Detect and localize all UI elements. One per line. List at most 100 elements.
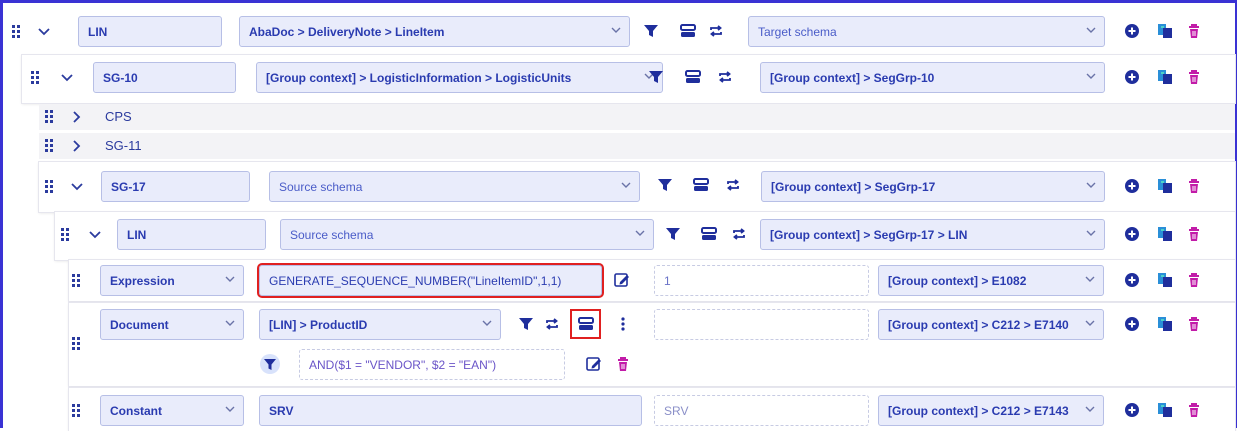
- mapping-type-select[interactable]: Expression: [100, 265, 244, 296]
- copy-icon[interactable]: [1157, 316, 1175, 334]
- trash-icon[interactable]: [616, 356, 634, 374]
- caret-down-icon: [225, 320, 235, 326]
- drag-handle-icon[interactable]: [45, 180, 55, 194]
- edit-icon[interactable]: [586, 356, 604, 374]
- filter-icon[interactable]: [648, 69, 666, 87]
- target-path-select[interactable]: [Group context] > SegGrp-17 > LIN: [760, 219, 1105, 250]
- drag-handle-icon[interactable]: [72, 337, 82, 351]
- schema-toggle-button[interactable]: [570, 309, 601, 339]
- trash-icon[interactable]: [1187, 316, 1205, 334]
- target-path-value: [Group context] > C212 > E7143: [888, 403, 1069, 418]
- schema-toggle-icon[interactable]: [680, 23, 698, 41]
- sample-value-field[interactable]: 1: [654, 265, 869, 296]
- swap-icon[interactable]: [544, 316, 562, 334]
- sample-value-field[interactable]: SRV: [654, 395, 869, 426]
- source-path-select[interactable]: [Group context] > LogisticInformation > …: [256, 62, 663, 93]
- copy-icon[interactable]: [1157, 402, 1175, 420]
- filter-icon[interactable]: [657, 177, 675, 195]
- schema-toggle-icon[interactable]: [685, 69, 703, 87]
- swap-icon[interactable]: [717, 69, 735, 87]
- target-path-select[interactable]: [Group context] > E1082: [878, 265, 1104, 296]
- drag-handle-icon[interactable]: [72, 274, 82, 288]
- swap-icon[interactable]: [708, 23, 726, 41]
- source-path-select[interactable]: Source schema: [280, 219, 654, 250]
- constant-value-field[interactable]: SRV: [259, 395, 642, 426]
- caret-down-icon: [621, 182, 631, 188]
- swap-icon[interactable]: [731, 226, 749, 244]
- group-name-field[interactable]: SG-17: [101, 171, 250, 202]
- filter-icon[interactable]: [665, 226, 683, 244]
- trash-icon[interactable]: [1187, 23, 1205, 41]
- tree-row-sg11[interactable]: SG-11: [39, 133, 1235, 159]
- target-path-select[interactable]: [Group context] > C212 > E7143: [878, 395, 1104, 426]
- add-icon[interactable]: [1124, 402, 1142, 420]
- copy-icon[interactable]: [1157, 226, 1175, 244]
- add-icon[interactable]: [1124, 178, 1142, 196]
- mapping-type-select[interactable]: Document: [100, 309, 244, 340]
- edit-icon[interactable]: [614, 272, 632, 290]
- drag-handle-icon[interactable]: [45, 110, 55, 124]
- copy-icon[interactable]: [1157, 272, 1175, 290]
- tree-row-cps[interactable]: CPS: [39, 104, 1235, 130]
- target-path-value: [Group context] > SegGrp-10: [770, 70, 935, 85]
- copy-icon[interactable]: [1157, 178, 1175, 196]
- drag-handle-icon[interactable]: [12, 25, 22, 39]
- target-path-select[interactable]: [Group context] > SegGrp-10: [760, 62, 1105, 93]
- chevron-down-icon[interactable]: [70, 180, 84, 194]
- caret-down-icon: [1086, 182, 1096, 188]
- mapping-type-select[interactable]: Constant: [100, 395, 244, 426]
- target-path-select[interactable]: [Group context] > C212 > E7140: [878, 309, 1104, 340]
- mapping-row-lin-nested: LIN Source schema [Group context] > SegG…: [55, 212, 1235, 260]
- add-icon[interactable]: [1124, 272, 1142, 290]
- add-icon[interactable]: [1124, 226, 1142, 244]
- chevron-down-icon[interactable]: [60, 71, 74, 85]
- target-path-select[interactable]: Target schema: [748, 16, 1105, 47]
- group-name-field[interactable]: LIN: [78, 16, 222, 47]
- source-path-value: Source schema: [290, 227, 374, 242]
- add-icon[interactable]: [1124, 23, 1142, 41]
- source-path-select[interactable]: [LIN] > ProductID: [259, 309, 501, 340]
- target-path-select[interactable]: [Group context] > SegGrp-17: [761, 171, 1105, 202]
- drag-handle-icon[interactable]: [61, 228, 71, 242]
- target-path-value: [Group context] > SegGrp-17: [771, 179, 936, 194]
- source-path-select[interactable]: AbaDoc > DeliveryNote > LineItem: [239, 16, 630, 47]
- caret-down-icon: [1085, 406, 1095, 412]
- chevron-down-icon[interactable]: [37, 25, 51, 39]
- chevron-right-icon[interactable]: [70, 139, 84, 153]
- schema-toggle-icon[interactable]: [701, 226, 719, 244]
- mapping-type-value: Document: [110, 317, 169, 332]
- trash-icon[interactable]: [1187, 402, 1205, 420]
- target-path-value: [Group context] > SegGrp-17 > LIN: [770, 227, 968, 242]
- chevron-right-icon[interactable]: [70, 110, 84, 124]
- add-icon[interactable]: [1124, 69, 1142, 87]
- target-path-value: Target schema: [758, 24, 837, 39]
- drag-handle-icon[interactable]: [72, 404, 82, 418]
- source-path-select[interactable]: Source schema: [269, 171, 640, 202]
- trash-icon[interactable]: [1187, 272, 1205, 290]
- group-name-field[interactable]: LIN: [117, 219, 266, 250]
- add-icon[interactable]: [1124, 316, 1142, 334]
- target-path-value: [Group context] > E1082: [888, 273, 1027, 288]
- filter-condition-field[interactable]: AND($1 = "VENDOR", $2 = "EAN"): [299, 349, 565, 380]
- caret-down-icon: [1086, 27, 1096, 33]
- drag-handle-icon[interactable]: [31, 71, 41, 85]
- filter-condition-icon[interactable]: [260, 354, 280, 374]
- mapping-row-sg10: SG-10 [Group context] > LogisticInformat…: [22, 55, 1235, 103]
- drag-handle-icon[interactable]: [45, 139, 55, 153]
- trash-icon[interactable]: [1187, 226, 1205, 244]
- sample-value-field[interactable]: [654, 309, 869, 340]
- chevron-down-icon[interactable]: [88, 228, 102, 242]
- expression-field[interactable]: GENERATE_SEQUENCE_NUMBER("LineItemID",1,…: [257, 263, 604, 298]
- copy-icon[interactable]: [1157, 23, 1175, 41]
- caret-down-icon: [482, 320, 492, 326]
- trash-icon[interactable]: [1187, 69, 1205, 87]
- filter-icon[interactable]: [643, 23, 661, 41]
- mapping-type-value: Expression: [110, 273, 175, 288]
- filter-icon[interactable]: [518, 316, 536, 334]
- group-name-field[interactable]: SG-10: [93, 62, 236, 93]
- swap-icon[interactable]: [725, 177, 743, 195]
- copy-icon[interactable]: [1157, 69, 1175, 87]
- more-vertical-icon[interactable]: [620, 317, 638, 335]
- trash-icon[interactable]: [1187, 178, 1205, 196]
- schema-toggle-icon[interactable]: [693, 177, 711, 195]
